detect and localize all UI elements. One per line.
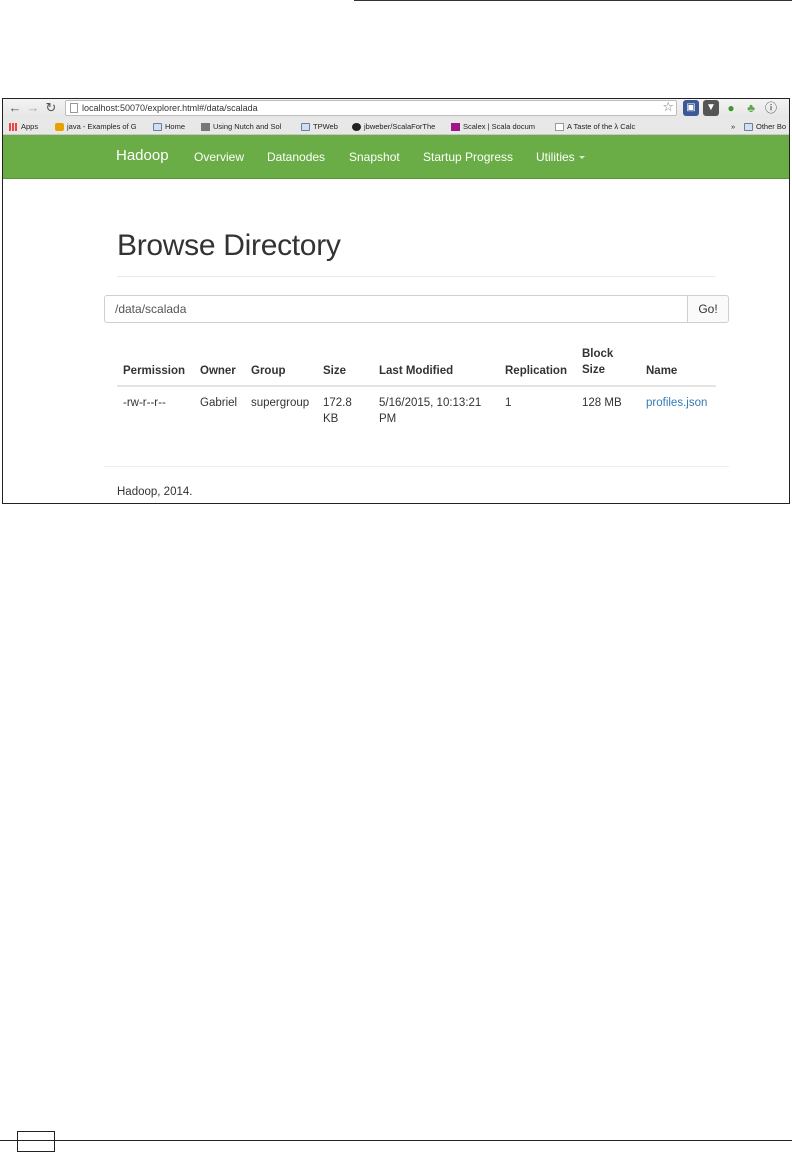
- cell-owner: Gabriel: [200, 397, 238, 409]
- other-bookmarks[interactable]: Other Bo: [744, 118, 786, 135]
- cell-group: supergroup: [251, 397, 310, 409]
- bookmark-item[interactable]: Apps: [9, 118, 38, 135]
- footer-divider: [104, 466, 729, 467]
- document-icon: [555, 122, 564, 131]
- column-header-permission[interactable]: Permission: [123, 363, 185, 379]
- nav-utilities[interactable]: Utilities: [536, 150, 585, 164]
- bookmark-item[interactable]: java - Examples of G: [55, 118, 137, 135]
- file-link-profiles-json[interactable]: profiles.json: [646, 395, 707, 411]
- bookmark-item[interactable]: A Taste of the λ Calc: [555, 118, 635, 135]
- folder-icon: [153, 122, 162, 131]
- folder-icon: [301, 122, 310, 131]
- url-text: localhost:50070/explorer.html#/data/scal…: [82, 103, 258, 113]
- pocket-icon[interactable]: ▼: [703, 100, 719, 116]
- info-icon[interactable]: ⓘ: [763, 100, 779, 116]
- column-header-group[interactable]: Group: [251, 363, 286, 379]
- bookmark-item[interactable]: TPWeb: [301, 118, 338, 135]
- bookmarks-overflow[interactable]: »: [731, 118, 735, 135]
- go-button[interactable]: Go!: [687, 295, 729, 323]
- page-number-box: [17, 1131, 55, 1152]
- nav-datanodes[interactable]: Datanodes: [267, 150, 325, 164]
- chevron-down-icon: [578, 156, 585, 160]
- column-header-block-size[interactable]: Block Size: [582, 346, 622, 378]
- extension-icons: ▣ ▼ ● ♣ ⓘ: [683, 100, 779, 116]
- folder-icon: [744, 122, 753, 131]
- scalex-icon: [451, 122, 460, 131]
- title-divider: [117, 276, 716, 277]
- bookmark-item[interactable]: Using Nutch and Sol: [201, 118, 281, 135]
- column-header-replication[interactable]: Replication: [505, 363, 567, 379]
- page-icon: [70, 103, 78, 113]
- forward-arrow-icon[interactable]: →: [25, 100, 41, 116]
- address-bar[interactable]: localhost:50070/explorer.html#/data/scal…: [65, 100, 677, 116]
- github-icon: [352, 122, 361, 131]
- page-top-rule: [354, 0, 792, 1]
- browser-window: ← → ↻ localhost:50070/explorer.html#/dat…: [2, 98, 790, 504]
- browser-toolbar: ← → ↻ localhost:50070/explorer.html#/dat…: [3, 99, 789, 118]
- java-icon: [55, 122, 64, 131]
- bookmarks-bar: Apps java - Examples of G Home Using Nut…: [3, 118, 789, 135]
- bookmark-item[interactable]: Scalex | Scala docum: [451, 118, 535, 135]
- cell-size: 172.8 KB: [323, 397, 352, 425]
- navbar-brand[interactable]: Hadoop: [116, 147, 169, 164]
- bookmark-item[interactable]: jbweber/ScalaForThe: [352, 118, 435, 135]
- bookmark-item[interactable]: Home: [153, 118, 185, 135]
- bookmark-star-icon[interactable]: ☆: [662, 100, 674, 114]
- directory-path-input[interactable]: [104, 295, 688, 323]
- column-header-name[interactable]: Name: [646, 363, 677, 379]
- extension-photo-icon[interactable]: ▣: [683, 100, 699, 116]
- column-header-size[interactable]: Size: [323, 363, 346, 379]
- page-icon: [201, 122, 210, 131]
- tree-extension-icon[interactable]: ♣: [743, 100, 759, 116]
- page-title: Browse Directory: [117, 229, 341, 262]
- column-header-last-modified[interactable]: Last Modified: [379, 363, 453, 379]
- back-arrow-icon[interactable]: ←: [7, 100, 23, 116]
- footer-copyright: Hadoop, 2014.: [117, 486, 193, 498]
- evernote-icon[interactable]: ●: [723, 100, 739, 116]
- nav-startup-progress[interactable]: Startup Progress: [423, 150, 513, 164]
- hadoop-navbar: Hadoop Overview Datanodes Snapshot Start…: [3, 135, 789, 179]
- cell-block-size: 128 MB: [582, 397, 622, 409]
- page-bottom-rule: [0, 1140, 792, 1141]
- table-header-divider: [117, 385, 716, 387]
- column-header-owner[interactable]: Owner: [200, 363, 236, 379]
- cell-replication: 1: [505, 397, 512, 409]
- cell-last-modified: 5/16/2015, 10:13:21 PM: [379, 397, 482, 425]
- reload-icon[interactable]: ↻: [43, 100, 59, 116]
- nav-snapshot[interactable]: Snapshot: [349, 150, 400, 164]
- cell-permission: -rw-r--r--: [123, 397, 166, 409]
- nav-overview[interactable]: Overview: [194, 150, 244, 164]
- apps-icon: [9, 122, 18, 131]
